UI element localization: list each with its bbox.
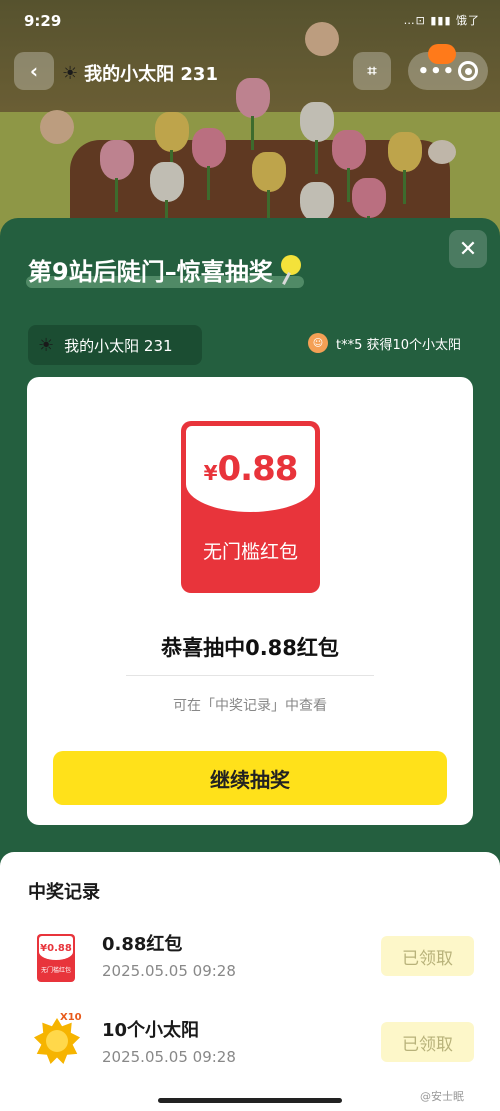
notification-dot [428,44,456,64]
claimed-button[interactable]: 已领取 [381,1022,474,1062]
currency-symbol: ¥ [203,461,218,485]
sun-icon: ☀ [38,334,55,356]
nav-title: ☀ 我的小太阳 231 [62,60,218,86]
record-time: 2025.05.05 09:28 [102,1048,236,1066]
watermark: @安士眠 [420,1090,464,1103]
qr-scan-button[interactable]: ⌗ [353,52,391,90]
thumb-amount: ¥0.88 [39,936,73,960]
prize-records-sheet: 中奖记录 ¥0.88 无门槛红包 0.88红包 2025.05.05 09:28… [0,852,500,1111]
sun-balance-text: 我的小太阳 231 [64,336,173,355]
status-time: 9:29 [24,12,62,30]
envelope-amount-area: ¥0.88 [186,426,315,512]
sun-face [46,1030,68,1052]
records-title: 中奖记录 [28,882,100,903]
sun-reward-thumbnail: X10 [34,1012,82,1064]
winner-ticker: ☺ t**5 获得10个小太阳 [308,333,461,353]
thumb-multiplier: X10 [60,1012,82,1023]
red-envelope: ¥0.88 无门槛红包 [181,421,320,593]
red-envelope-thumbnail: ¥0.88 无门槛红包 [37,934,75,982]
close-miniapp-icon[interactable] [458,61,479,81]
ticker-text: t**5 获得10个小太阳 [336,337,462,353]
nav-title-text: 我的小太阳 231 [84,64,218,85]
sun-balance-badge: ☀ 我的小太阳 231 [28,325,202,365]
qr-scan-icon: ⌗ [367,61,377,80]
status-icons: …⊡ ▮▮▮ 饿了 [403,14,480,27]
background-scene [0,0,500,250]
prize-amount-value: 0.88 [217,449,299,489]
chevron-left-icon: ‹ [29,59,39,83]
prize-headline: 恭喜抽中0.88红包 [161,636,339,660]
sun-icon: ☀ [62,62,79,84]
close-button[interactable]: ✕ [449,230,487,268]
continue-lottery-button[interactable]: 继续抽奖 [53,751,447,805]
claimed-button[interactable]: 已领取 [381,936,474,976]
pushpin-icon [279,254,303,285]
prize-card: ¥0.88 无门槛红包 恭喜抽中0.88红包 可在「中奖记录」中查看 继续抽奖 [27,377,473,825]
scene-dim-overlay [0,0,500,250]
smiling-face-icon: ☺ [308,333,328,353]
home-indicator [158,1098,342,1103]
prize-amount: ¥0.88 [203,449,299,489]
record-time: 2025.05.05 09:28 [102,962,236,980]
records-hint: 可在「中奖记录」中查看 [173,698,327,714]
modal-title-text: 第9站后陡门–惊喜抽奖 [28,258,273,286]
list-item: ¥0.88 无门槛红包 0.88红包 2025.05.05 09:28 已领取 [0,928,500,998]
record-name: 10个小太阳 [102,1020,200,1041]
list-item: X10 10个小太阳 2025.05.05 09:28 已领取 [0,1012,500,1084]
back-button[interactable]: ‹ [14,52,54,90]
record-name: 0.88红包 [102,934,183,955]
modal-title: 第9站后陡门–惊喜抽奖 [28,252,303,287]
envelope-label: 无门槛红包 [202,541,298,563]
divider [126,675,374,676]
thumb-label: 无门槛红包 [40,967,71,974]
